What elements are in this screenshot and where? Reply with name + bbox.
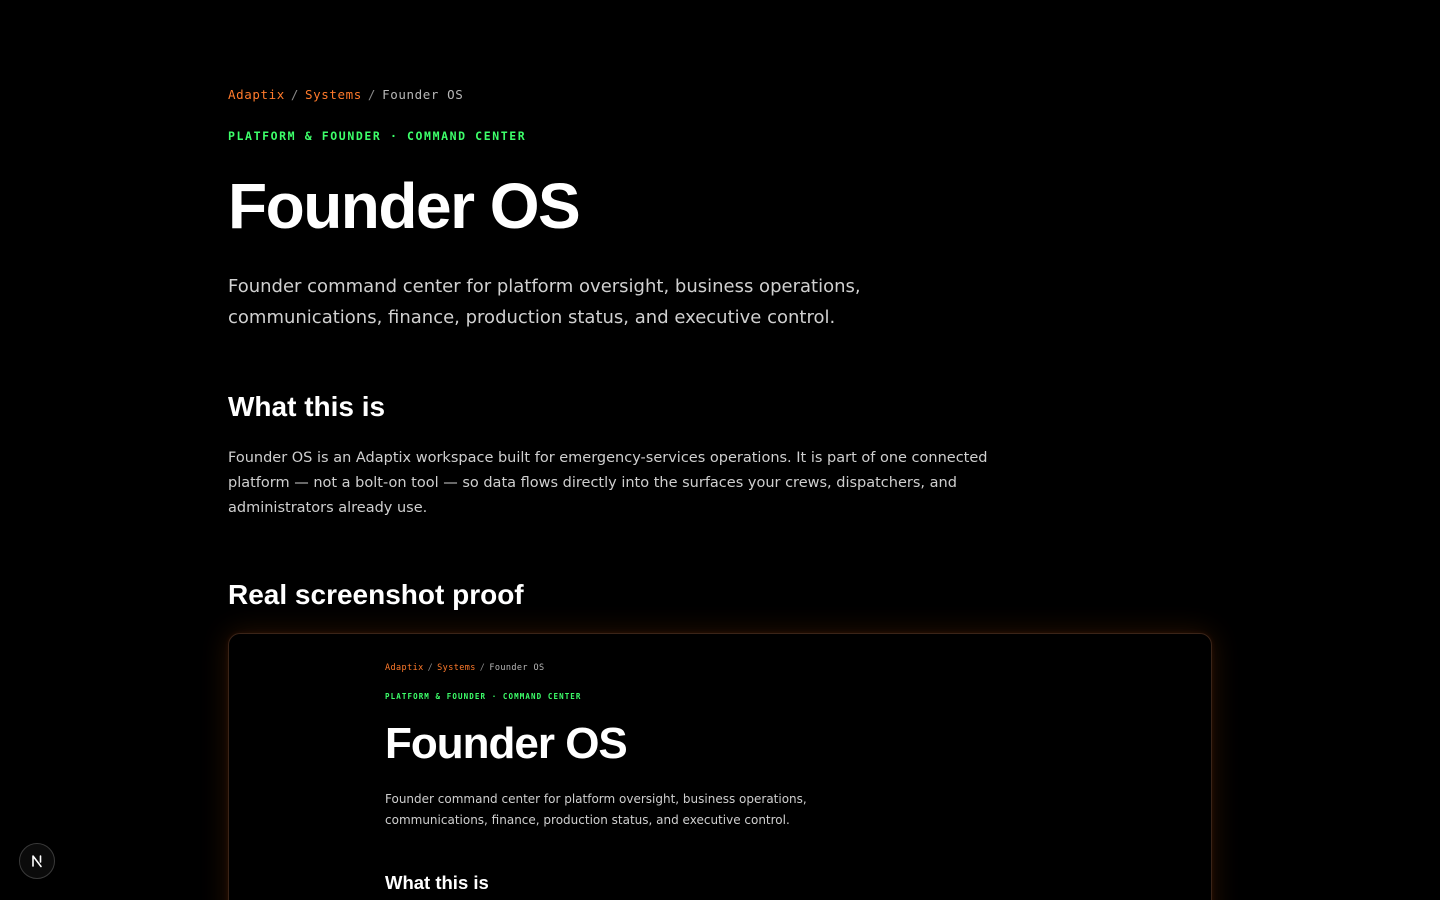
breadcrumb: Adaptix / Systems / Founder OS — [228, 87, 463, 102]
section-body-what-this-is: Founder OS is an Adaptix workspace built… — [228, 450, 988, 516]
page-title: Founder OS — [228, 170, 581, 242]
breadcrumb-current: Founder OS — [382, 87, 464, 102]
screenshot-frame: Adaptix / Systems / Founder OS PLATFORM & FO… — [228, 633, 1212, 900]
nextjs-dev-badge[interactable] — [19, 843, 55, 879]
screenshot-breadcrumb-systems: Systems — [437, 663, 476, 673]
screenshot-breadcrumb-current: Founder OS — [489, 663, 545, 673]
screenshot-breadcrumb-separator: / — [479, 663, 486, 673]
screenshot-breadcrumb: Adaptix / Systems / Founder OS — [385, 663, 545, 673]
screenshot-lead: Founder command center for platform over… — [385, 792, 807, 827]
section-heading-what-this-is: What this is — [228, 391, 386, 422]
screenshot-title: Founder OS — [385, 719, 628, 768]
breadcrumb-separator: / — [367, 87, 377, 102]
screenshot-eyebrow: PLATFORM & FOUNDER · COMMAND CENTER — [385, 692, 582, 701]
eyebrow-label: PLATFORM & FOUNDER · COMMAND CENTER — [228, 129, 527, 143]
lead-paragraph: Founder command center for platform over… — [228, 276, 861, 328]
nextjs-n-icon — [32, 855, 42, 868]
screenshot-section-heading: What this is — [385, 872, 489, 893]
screenshot-breadcrumb-adaptix: Adaptix — [385, 663, 424, 673]
breadcrumb-link-systems[interactable]: Systems — [305, 87, 362, 102]
breadcrumb-link-adaptix[interactable]: Adaptix — [228, 87, 285, 102]
page: Adaptix / Systems / Founder OS PLATFORM & FO… — [0, 0, 1440, 900]
section-heading-screenshot-proof: Real screenshot proof — [228, 579, 524, 610]
breadcrumb-separator: / — [290, 87, 300, 102]
screenshot-breadcrumb-separator: / — [427, 663, 434, 673]
